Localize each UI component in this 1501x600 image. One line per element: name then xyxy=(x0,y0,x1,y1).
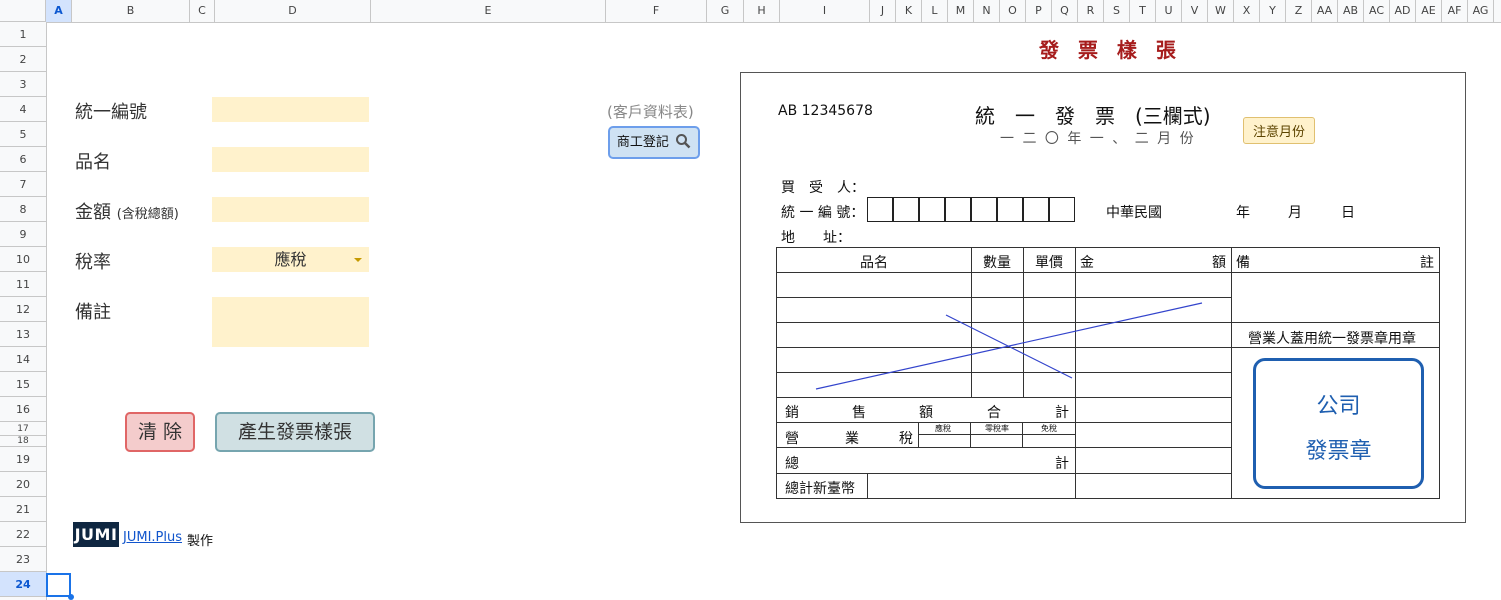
company-stamp: 公司 發票章 xyxy=(1253,358,1424,489)
total-label-2: 計 xyxy=(1055,456,1069,472)
total-label-1: 總 xyxy=(785,456,799,472)
exempt-label: 免稅 xyxy=(1041,424,1057,433)
sales-label-2: 售 xyxy=(852,405,866,421)
total-twd-label: 總計新臺幣 xyxy=(785,481,855,497)
tax-label-2: 業 xyxy=(845,431,859,447)
stamp-line-1: 公司 xyxy=(1316,394,1361,419)
sales-label-4: 合 xyxy=(987,405,1001,421)
taxable-label: 應稅 xyxy=(935,424,951,433)
tax-label-3: 稅 xyxy=(899,431,913,447)
sales-label-3: 額 xyxy=(919,405,933,421)
sales-label-1: 銷 xyxy=(785,405,799,421)
zero-rate-label: 零稅率 xyxy=(985,424,1009,433)
void-cross-lines xyxy=(815,302,1203,390)
sales-label-5: 計 xyxy=(1055,405,1069,421)
stamp-line-2: 發票章 xyxy=(1305,439,1372,464)
tax-label-1: 營 xyxy=(785,431,799,447)
